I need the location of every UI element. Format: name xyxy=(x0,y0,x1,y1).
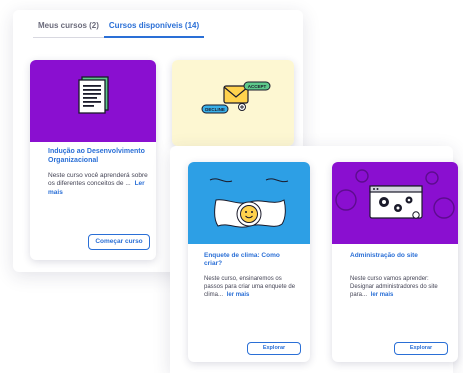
envelope-accept-decline-icon: ACCEPT DECLINE xyxy=(201,81,271,114)
course-title: Administração do site xyxy=(350,252,418,259)
tab-available-courses[interactable]: Cursos disponíveis (14) xyxy=(103,18,205,38)
course-description: Neste curso, ensinaremos os passos para … xyxy=(204,276,296,298)
course-card-inducao[interactable]: Indução ao Desenvolvimento Organizaciona… xyxy=(30,60,156,260)
read-more-link[interactable]: ler mais xyxy=(227,292,250,298)
course-description: Neste curso vamos aprender: Designar adm… xyxy=(350,276,438,298)
tab-my-courses[interactable]: Meus cursos (2) xyxy=(33,18,104,38)
course-title: Enquete de clima: Como criar? xyxy=(204,252,280,268)
course-card-hero: ACCEPT DECLINE xyxy=(172,60,294,146)
smiley-icon xyxy=(209,178,289,228)
course-card-partial[interactable]: ACCEPT DECLINE xyxy=(172,60,294,146)
course-title: Indução ao Desenvolvimento Organizaciona… xyxy=(48,148,145,164)
course-card-hero xyxy=(188,162,310,244)
course-card-administracao-site[interactable]: Administração do site Neste curso vamos … xyxy=(332,162,458,362)
course-card-hero xyxy=(332,162,458,244)
accept-label: ACCEPT xyxy=(248,84,267,89)
course-tabs: Meus cursos (2) Cursos disponíveis (14) xyxy=(33,18,205,38)
course-card-enquete-clima[interactable]: Enquete de clima: Como criar? Neste curs… xyxy=(188,162,310,362)
start-course-button[interactable]: Começar curso xyxy=(88,234,150,250)
document-icon xyxy=(78,76,109,114)
explore-button[interactable]: Explorar xyxy=(394,342,448,355)
course-card-hero xyxy=(30,60,156,142)
decline-label: DECLINE xyxy=(205,107,225,112)
course-description: Neste curso você aprenderá sobre os dife… xyxy=(48,172,148,196)
explore-button[interactable]: Explorar xyxy=(247,342,301,355)
browser-gears-icon xyxy=(335,169,455,219)
read-more-link[interactable]: ler mais xyxy=(371,292,394,298)
